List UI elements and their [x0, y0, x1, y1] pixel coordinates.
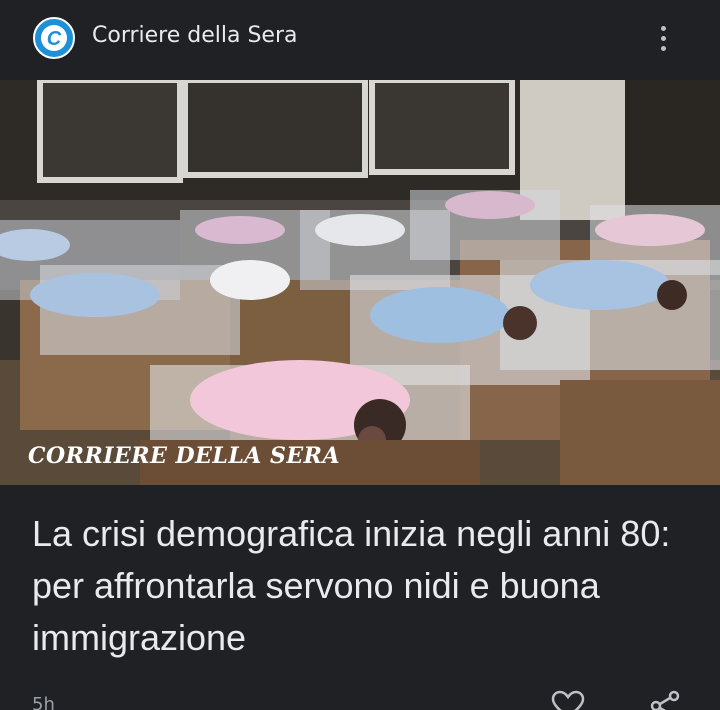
more-options-button[interactable] [648, 20, 678, 56]
publisher-name[interactable]: Corriere della Sera [92, 22, 298, 50]
image-watermark: CORRIERE DELLA SERA [28, 443, 341, 469]
share-button[interactable] [648, 690, 684, 710]
article-timestamp: 5h [32, 694, 55, 710]
share-icon [650, 690, 680, 710]
heart-icon [551, 690, 585, 710]
article-headline[interactable]: La crisi demografica inizia negli anni 8… [32, 508, 672, 664]
more-vert-icon-dot [660, 35, 666, 41]
svg-text:C: C [47, 28, 62, 50]
article-image[interactable]: CORRIERE DELLA SERA [0, 80, 720, 485]
logo-letter-icon: C [41, 25, 67, 51]
like-button[interactable] [550, 690, 586, 710]
nursery-photo [0, 80, 720, 485]
more-vert-icon-dot [660, 45, 666, 51]
more-vert-icon-dot [660, 25, 666, 31]
card-header: C Corriere della Sera [0, 0, 720, 80]
news-card[interactable]: C Corriere della Sera CORRIERE DELLA SER… [0, 0, 720, 710]
publisher-logo-icon: C [33, 17, 75, 59]
